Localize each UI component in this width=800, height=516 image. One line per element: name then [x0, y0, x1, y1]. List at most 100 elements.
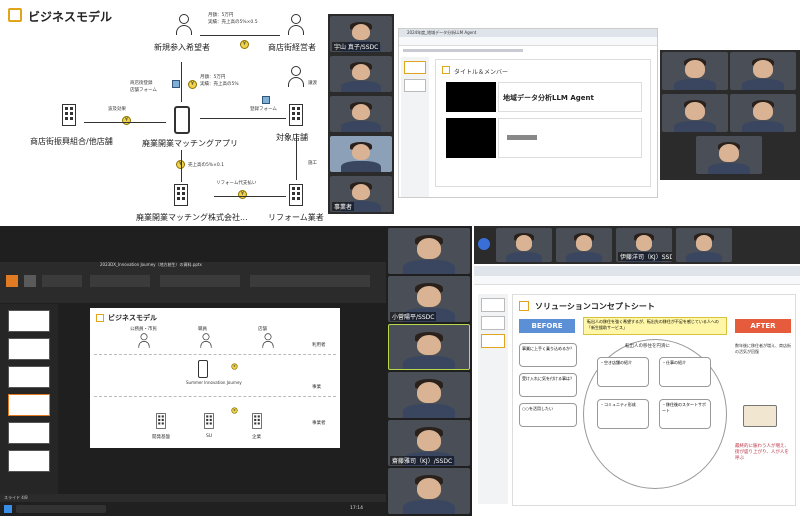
- coin-icon: ¥: [231, 363, 238, 370]
- ribbon-button[interactable]: [42, 275, 82, 287]
- paragraph-controls[interactable]: [160, 275, 240, 287]
- slide-thumbnail[interactable]: [481, 316, 505, 330]
- slide-thumbnail-panel[interactable]: [401, 57, 429, 197]
- label-business: 事業: [312, 385, 321, 390]
- logo-icon: [96, 314, 104, 322]
- label-company: 企業: [252, 435, 261, 440]
- after-text-final: 最終的に賑わう人が増え、街が盛り上がり、人が人を呼ぶ: [735, 444, 789, 461]
- building-icon: [252, 413, 262, 429]
- participant-tile[interactable]: [730, 94, 796, 132]
- slide-title-box: 地域データ分析LLM Agent: [498, 82, 642, 112]
- participant-tile[interactable]: 事業者: [330, 176, 392, 212]
- windows-start-icon[interactable]: [4, 505, 12, 513]
- browser-window: ソリューションコンセプトシート BEFORE AFTER 転出人の移住を強く希望…: [474, 266, 800, 516]
- drawing-controls[interactable]: [250, 275, 370, 287]
- participant-tile[interactable]: [330, 56, 392, 92]
- participant-tile[interactable]: [388, 324, 470, 370]
- ribbon-button[interactable]: [6, 275, 18, 287]
- person-icon: [262, 333, 274, 348]
- slide-thumbnail[interactable]: [8, 366, 50, 388]
- note-reform-cost: リフォーム代支払い: [216, 181, 257, 186]
- participant-tile[interactable]: [676, 228, 732, 262]
- slide-thumbnail[interactable]: [8, 450, 50, 472]
- participant-tile[interactable]: [388, 372, 470, 418]
- participant-tile[interactable]: [330, 96, 392, 132]
- label-dev: 開発基盤: [152, 435, 170, 440]
- note-sales: 売上高の5%×0.1: [188, 163, 225, 168]
- note-ripple: 波及効果: [108, 107, 126, 112]
- taskbar-clock: 17:14: [350, 506, 363, 511]
- label-su: SU: [206, 434, 213, 439]
- participant-strip: 宇山 真子/SSDC 事業者: [328, 14, 394, 214]
- slide-thumbnail[interactable]: [404, 61, 426, 74]
- label-target-store: 対象店舗: [276, 133, 308, 142]
- slide-thumbnail[interactable]: [8, 310, 50, 332]
- slide-thumbnail[interactable]: [8, 394, 50, 416]
- note-registration: 商店街登録: [130, 81, 153, 86]
- participant-tile[interactable]: [330, 136, 392, 172]
- address-bar[interactable]: [399, 37, 657, 46]
- taskbar-search-input[interactable]: [16, 505, 106, 513]
- slide-thumbnail-panel[interactable]: [478, 294, 508, 504]
- participant-tile[interactable]: [730, 52, 796, 90]
- slide-canvas[interactable]: ビジネスモデル 公務員・市民 職員 店舗 利用者 事業 事業者 Summer I…: [90, 308, 340, 448]
- participant-tile[interactable]: [662, 94, 728, 132]
- slide-thumbnail[interactable]: [481, 334, 505, 348]
- circle-title: 転出人の移住を円滑に: [625, 344, 670, 349]
- participant-tile[interactable]: [662, 52, 728, 90]
- slide-thumbnail[interactable]: [8, 338, 50, 360]
- participant-tile[interactable]: [388, 228, 470, 274]
- ribbon-button[interactable]: [24, 275, 36, 287]
- participant-tile[interactable]: [496, 228, 552, 262]
- participant-tile[interactable]: [696, 136, 762, 174]
- windows-taskbar: 17:14: [0, 502, 386, 516]
- building-icon: [156, 413, 166, 429]
- participant-tile[interactable]: [556, 228, 612, 262]
- label-employee: 職員: [198, 327, 207, 332]
- slide-image: [446, 118, 496, 158]
- logo-icon: [8, 8, 22, 22]
- label-assoc: 商店街振興組合/他店舗: [30, 137, 113, 146]
- slide-thumbnail[interactable]: [481, 298, 505, 312]
- participant-tile[interactable]: 齋藤雅司（KJ）/SSDC: [388, 420, 470, 466]
- document-icon: [262, 96, 270, 104]
- label-user: 利用者: [312, 343, 326, 348]
- slide-title: ソリューションコンセプトシート: [535, 302, 655, 311]
- solution-item: ・空き店舗の紹介: [597, 357, 649, 387]
- before-bubble: ○○を活用したい: [519, 403, 577, 427]
- slide-thumbnail[interactable]: [8, 422, 50, 444]
- before-label: BEFORE: [519, 319, 575, 333]
- solution-item: ・移住後のスタートサポート: [659, 399, 711, 429]
- slide-heading: タイトル＆メンバー: [454, 69, 509, 76]
- ribbon-toolbar[interactable]: [0, 267, 386, 303]
- status-bar: スライド 4/8: [0, 494, 386, 502]
- slide-members-box: [498, 118, 642, 158]
- slide-thumbnail[interactable]: [404, 79, 426, 92]
- building-icon: [62, 104, 76, 126]
- back-arrow-icon[interactable]: [478, 238, 490, 250]
- smartphone-icon: [198, 360, 208, 378]
- browser-tab-title[interactable]: 2024年度_地域データ分析LLM Agent: [407, 30, 476, 36]
- building-icon: [204, 413, 214, 429]
- address-bar[interactable]: [474, 276, 800, 285]
- coin-icon: ¥: [240, 40, 249, 49]
- shop-illustration-icon: [743, 405, 777, 427]
- screen-share-concept-sheet: 小菅陽平/SSDC 齋藤雅司（KJ）/SSDC 伊藤洋司（KJ）SSDC ソリュ…: [386, 226, 800, 516]
- logo-icon: [442, 66, 450, 74]
- participant-tile[interactable]: 小菅陽平/SSDC: [388, 276, 470, 322]
- label-reform: リフォーム業者: [268, 213, 324, 222]
- font-selector[interactable]: [90, 275, 150, 287]
- note-success: 実績：売上高の5%×0.5: [208, 20, 258, 25]
- screen-share-powerpoint: 2023DX_Innovation Journey（地方創生）の資料.pptx …: [0, 226, 386, 516]
- slide-thumbnail-panel[interactable]: [0, 304, 58, 500]
- slide-image: [446, 82, 496, 112]
- building-icon: [174, 184, 188, 206]
- participant-tile[interactable]: 宇山 真子/SSDC: [330, 16, 392, 52]
- note-construct: 施工: [308, 161, 317, 166]
- participant-tile[interactable]: 伊藤洋司（KJ）SSDC: [616, 228, 672, 262]
- person-icon: [200, 333, 212, 348]
- slide-canvas[interactable]: タイトル＆メンバー 地域データ分析LLM Agent: [435, 59, 651, 187]
- participant-tile[interactable]: [388, 468, 470, 514]
- slide-canvas[interactable]: ソリューションコンセプトシート BEFORE AFTER 転出人の移住を強く希望…: [512, 294, 796, 506]
- note-form: 店舗フォーム: [130, 88, 157, 93]
